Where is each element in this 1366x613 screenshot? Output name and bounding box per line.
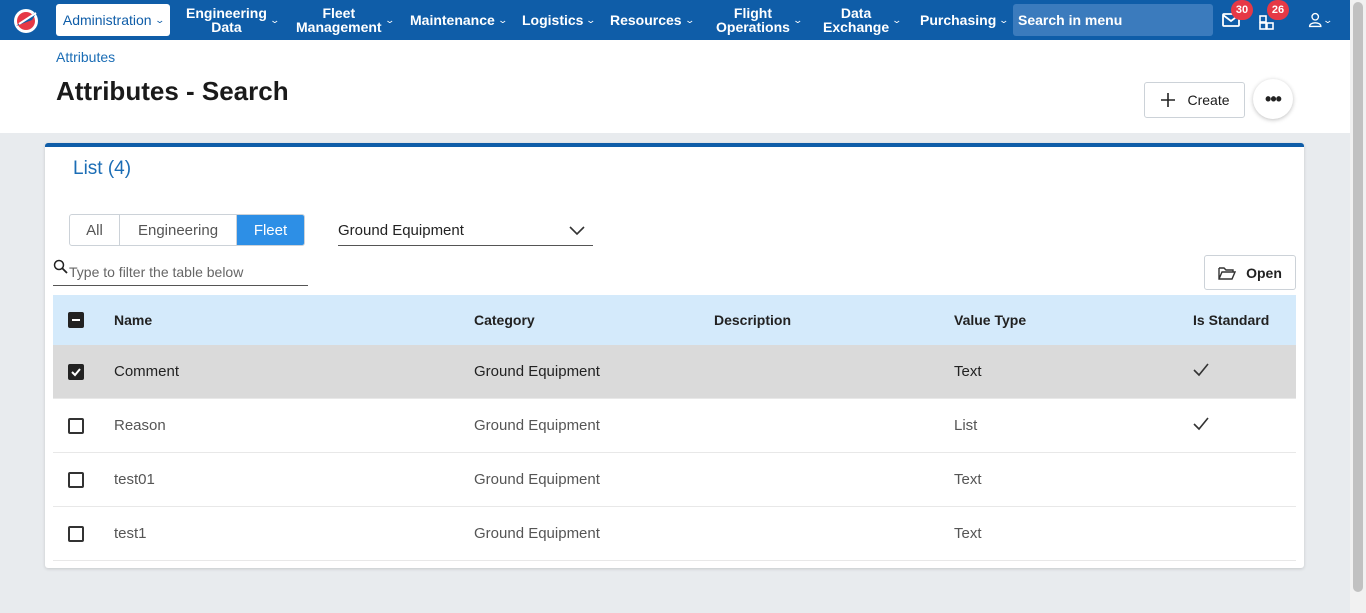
nav-item-label: Fleet Management (296, 5, 382, 35)
nav-item-label: Logistics (522, 12, 584, 28)
page-scrollbar[interactable] (1350, 0, 1366, 613)
table-filter-input[interactable] (69, 264, 299, 280)
chevron-down-icon: ⌄ (891, 15, 903, 25)
chevron-down-icon (569, 225, 585, 235)
open-button-label: Open (1246, 264, 1282, 281)
row-checkbox[interactable] (68, 525, 84, 542)
table-row[interactable]: Reason Ground Equipment List (53, 399, 1296, 453)
cell-name: test1 (114, 525, 147, 542)
cell-category: Ground Equipment (474, 363, 600, 380)
mail-count-badge: 30 (1231, 0, 1253, 20)
nav-resources[interactable]: Resources ⌄ (610, 0, 695, 40)
cell-category: Ground Equipment (474, 471, 600, 488)
nav-item-label: Data Exchange (823, 5, 890, 35)
mail-button[interactable]: 30 (1221, 0, 1253, 32)
user-icon (1308, 12, 1322, 28)
chevron-down-icon: ⌄ (998, 15, 1010, 25)
apps-count-badge: 26 (1267, 0, 1289, 20)
nav-logistics[interactable]: Logistics ⌄ (522, 0, 597, 40)
checkmark-icon (71, 367, 81, 376)
open-button[interactable]: Open (1204, 255, 1296, 290)
nav-maintenance[interactable]: Maintenance ⌄ (410, 0, 508, 40)
nav-item-label: Purchasing (920, 12, 997, 28)
chevron-down-icon: ⌄ (269, 15, 280, 25)
chevron-down-icon: ⌄ (1322, 14, 1334, 25)
create-button[interactable]: Create (1144, 82, 1245, 118)
more-icon: ••• (1265, 88, 1282, 109)
create-button-label: Create (1187, 92, 1230, 108)
cell-value-type: Text (954, 471, 982, 488)
row-checkbox[interactable] (68, 363, 84, 380)
table-row[interactable]: test1 Ground Equipment Text (53, 507, 1296, 561)
category-select-value: Ground Equipment (338, 222, 464, 239)
chevron-down-icon: ⌄ (792, 15, 803, 25)
chevron-down-icon: ⌄ (154, 14, 165, 25)
nav-item-label: Resources (610, 12, 682, 28)
cell-name: test01 (114, 471, 155, 488)
minus-icon (72, 319, 80, 321)
nav-flight-operations[interactable]: Flight Operations ⌄ (716, 0, 803, 40)
page-title: Attributes - Search (56, 76, 289, 106)
top-nav-bar: Administration ⌄ Engineering Data ⌄ Fleet… (0, 0, 1350, 40)
row-checkbox[interactable] (68, 471, 84, 488)
app-logo-icon[interactable] (10, 4, 42, 36)
nav-engineering-data[interactable]: Engineering Data ⌄ (186, 0, 280, 40)
cell-value-type: Text (954, 363, 982, 380)
segment-all[interactable]: All (70, 215, 120, 245)
segment-fleet[interactable]: Fleet (237, 215, 304, 245)
table-row[interactable]: test01 Ground Equipment Text (53, 453, 1296, 507)
table-header: Name Category Description Value Type Is … (53, 295, 1296, 345)
column-header-name[interactable]: Name (114, 312, 152, 328)
cell-category: Ground Equipment (474, 525, 600, 542)
nav-item-label: Flight Operations (716, 5, 790, 35)
cell-name: Reason (114, 417, 166, 434)
is-standard-check-icon (1193, 363, 1209, 377)
column-header-description[interactable]: Description (714, 312, 791, 328)
attributes-table: Name Category Description Value Type Is … (53, 295, 1296, 561)
type-segmented-control: All Engineering Fleet (69, 214, 305, 246)
nav-purchasing[interactable]: Purchasing ⌄ (920, 0, 1010, 40)
cell-value-type: Text (954, 525, 982, 542)
nav-data-exchange[interactable]: Data Exchange ⌄ (823, 0, 903, 40)
scrollbar-thumb[interactable] (1353, 2, 1363, 592)
is-standard-check-icon (1193, 417, 1209, 431)
table-filter (53, 259, 308, 286)
select-all-checkbox[interactable] (68, 312, 84, 328)
column-header-category[interactable]: Category (474, 312, 535, 328)
row-checkbox[interactable] (68, 417, 84, 434)
page-header: Attributes Attributes - Search Create ••… (0, 40, 1350, 133)
more-options-button[interactable]: ••• (1253, 79, 1293, 119)
nav-fleet-management[interactable]: Fleet Management ⌄ (296, 0, 395, 40)
cell-category: Ground Equipment (474, 417, 600, 434)
nav-administration[interactable]: Administration ⌄ (56, 4, 170, 36)
user-menu-button[interactable]: ⌄ (1308, 8, 1334, 32)
search-icon (53, 259, 68, 274)
chevron-down-icon: ⌄ (684, 15, 695, 25)
nav-item-label: Engineering Data (186, 5, 267, 35)
menu-search-placeholder: Search in menu (1018, 12, 1123, 28)
nav-item-label: Maintenance (410, 12, 495, 28)
segment-engineering[interactable]: Engineering (120, 215, 237, 245)
list-title: List (4) (73, 158, 132, 179)
breadcrumb-attributes[interactable]: Attributes (56, 49, 115, 65)
category-select[interactable]: Ground Equipment (338, 216, 593, 246)
chevron-down-icon: ⌄ (497, 15, 508, 25)
apps-button[interactable]: 26 (1257, 0, 1289, 32)
chevron-down-icon: ⌄ (585, 15, 597, 25)
chevron-down-icon: ⌄ (384, 15, 395, 25)
menu-search-input[interactable]: Search in menu (1013, 4, 1213, 36)
table-row[interactable]: Comment Ground Equipment Text (53, 345, 1296, 399)
cell-value-type: List (954, 417, 978, 434)
nav-administration-label: Administration (62, 12, 152, 28)
cell-name: Comment (114, 363, 180, 380)
plus-icon (1161, 93, 1176, 107)
folder-open-icon (1218, 266, 1237, 280)
column-header-is-standard[interactable]: Is Standard (1193, 312, 1269, 328)
list-card: List (4) All Engineering Fleet Ground Eq… (45, 143, 1304, 568)
column-header-value-type[interactable]: Value Type (954, 312, 1026, 328)
